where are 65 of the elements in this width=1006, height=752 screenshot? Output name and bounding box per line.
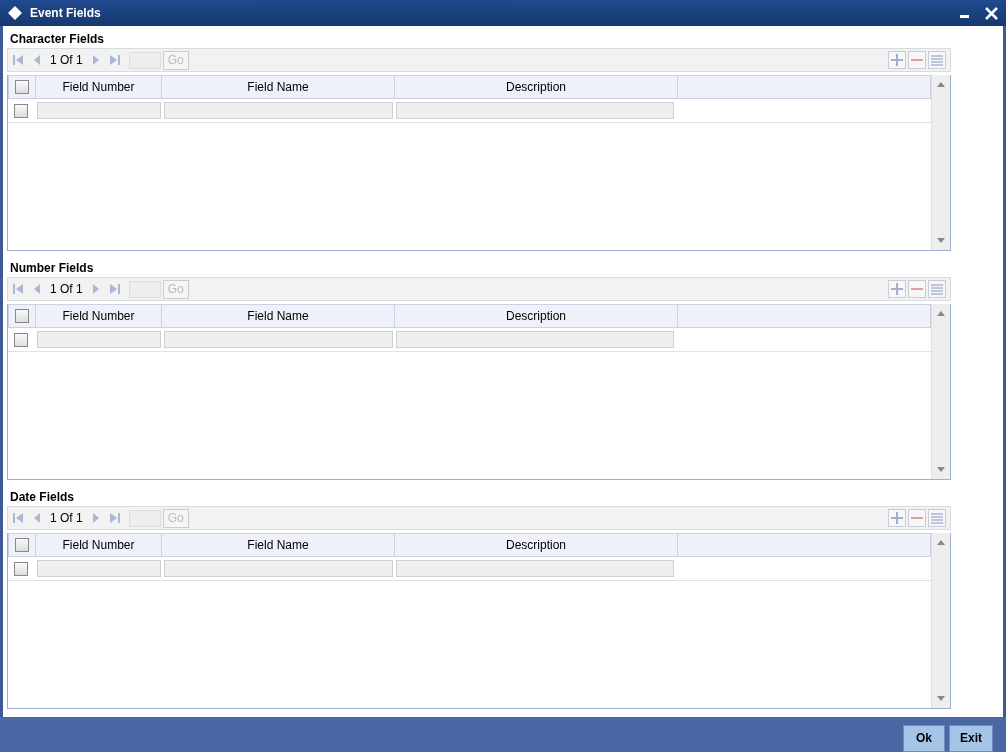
- cell-input-field[interactable]: [164, 560, 393, 577]
- previous-page-icon[interactable]: [32, 54, 42, 66]
- close-icon[interactable]: [985, 6, 998, 20]
- vertical-scrollbar[interactable]: [931, 75, 950, 250]
- scroll-down-icon[interactable]: [937, 238, 945, 244]
- scroll-up-icon[interactable]: [937, 81, 945, 87]
- delete-row-icon[interactable]: [908, 280, 926, 298]
- cell-input-field[interactable]: [164, 102, 393, 119]
- next-page-icon[interactable]: [90, 54, 101, 66]
- column-header[interactable]: Field Number: [35, 305, 161, 327]
- cell-input-field[interactable]: [396, 331, 674, 348]
- last-page-icon[interactable]: [108, 54, 121, 66]
- cell-input-field[interactable]: [396, 560, 674, 577]
- next-page-icon[interactable]: [90, 283, 101, 295]
- column-header[interactable]: Description: [394, 76, 677, 98]
- row-checkbox[interactable]: [14, 332, 28, 347]
- row-checkbox[interactable]: [14, 561, 28, 576]
- column-header[interactable]: Description: [394, 534, 677, 556]
- add-row-icon[interactable]: [888, 509, 906, 527]
- cell-input-field[interactable]: [37, 331, 161, 348]
- diamond-icon: [8, 6, 22, 20]
- window-title: Event Fields: [30, 6, 101, 20]
- scroll-up-icon[interactable]: [937, 310, 945, 316]
- previous-page-icon[interactable]: [32, 283, 42, 295]
- select-all-checkbox[interactable]: [15, 309, 29, 323]
- last-page-icon[interactable]: [108, 512, 121, 524]
- add-row-icon[interactable]: [888, 280, 906, 298]
- first-page-icon[interactable]: [12, 512, 24, 524]
- cell-input-field[interactable]: [396, 102, 674, 119]
- delete-row-icon[interactable]: [908, 51, 926, 69]
- dialog-button[interactable]: Ok: [903, 724, 945, 752]
- column-header[interactable]: Field Name: [161, 534, 394, 556]
- column-header[interactable]: Description: [394, 305, 677, 327]
- scroll-down-icon[interactable]: [937, 467, 945, 473]
- select-all-checkbox[interactable]: [15, 538, 29, 552]
- first-page-icon[interactable]: [12, 283, 24, 295]
- scroll-down-icon[interactable]: [937, 696, 945, 702]
- section-title: Character Fields: [9, 31, 106, 48]
- vertical-scrollbar[interactable]: [931, 533, 950, 708]
- column-header[interactable]: Field Name: [161, 76, 394, 98]
- dialog-button[interactable]: Exit: [949, 724, 993, 752]
- cell-input-field[interactable]: [164, 331, 393, 348]
- first-page-icon[interactable]: [12, 54, 24, 66]
- section-title: Number Fields: [9, 260, 95, 277]
- page-indicator: 1 Of 1: [50, 53, 83, 67]
- last-page-icon[interactable]: [108, 283, 121, 295]
- cell-input-field[interactable]: [37, 560, 161, 577]
- column-header[interactable]: Field Name: [161, 305, 394, 327]
- next-page-icon[interactable]: [90, 512, 101, 524]
- list-view-icon[interactable]: [928, 509, 946, 527]
- previous-page-icon[interactable]: [32, 512, 42, 524]
- scroll-up-icon[interactable]: [937, 539, 945, 545]
- vertical-scrollbar[interactable]: [931, 304, 950, 479]
- section-title: Date Fields: [9, 489, 76, 506]
- page-indicator: 1 Of 1: [50, 282, 83, 296]
- select-all-checkbox[interactable]: [15, 80, 29, 94]
- column-header[interactable]: Field Number: [35, 76, 161, 98]
- cell-input-field[interactable]: [37, 102, 161, 119]
- column-header[interactable]: Field Number: [35, 534, 161, 556]
- delete-row-icon[interactable]: [908, 509, 926, 527]
- row-checkbox[interactable]: [14, 103, 28, 118]
- add-row-icon[interactable]: [888, 51, 906, 69]
- list-view-icon[interactable]: [928, 280, 946, 298]
- list-view-icon[interactable]: [928, 51, 946, 69]
- page-indicator: 1 Of 1: [50, 511, 83, 525]
